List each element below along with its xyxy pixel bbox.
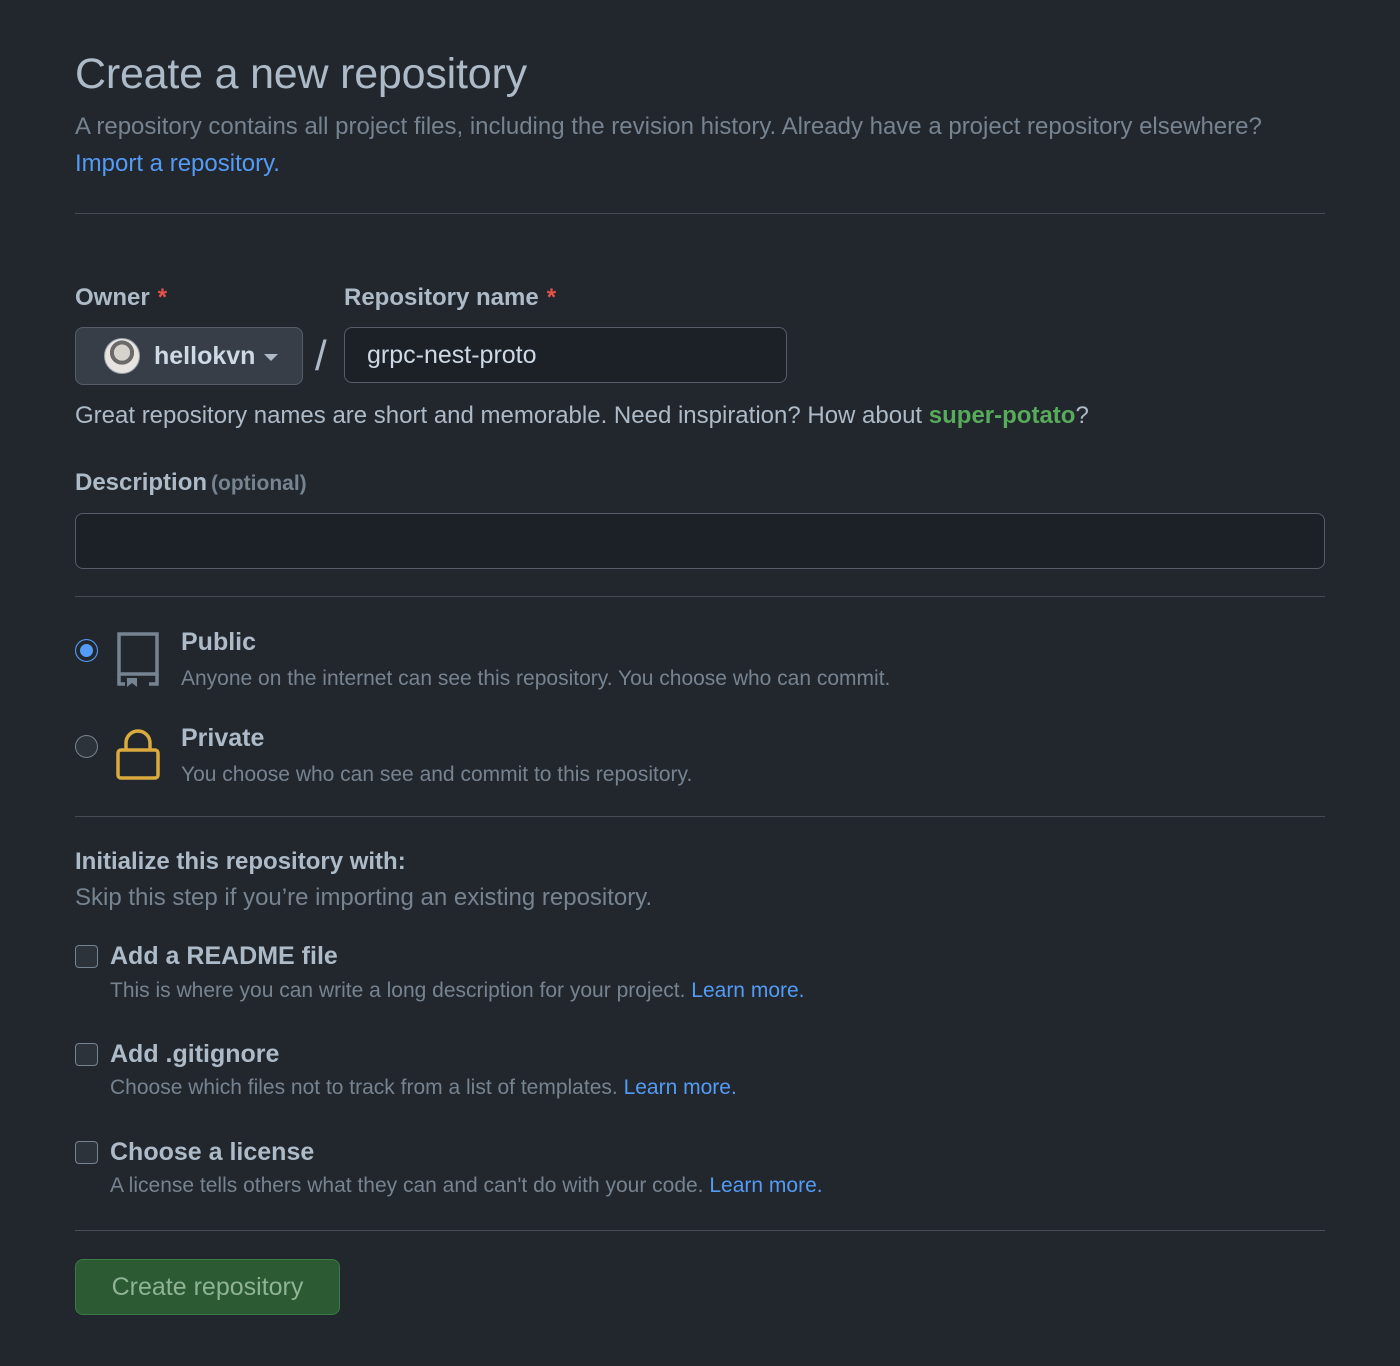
gitignore-title: Add .gitignore bbox=[110, 1040, 280, 1068]
readme-description-text: This is where you can write a long descr… bbox=[110, 979, 686, 1002]
required-marker: * bbox=[546, 284, 557, 311]
lock-icon bbox=[115, 728, 161, 787]
owner-dropdown[interactable]: hellokvn bbox=[75, 327, 303, 385]
owner-label: Owner * bbox=[75, 284, 167, 312]
readme-description: This is where you can write a long descr… bbox=[110, 979, 805, 1003]
name-hint: Great repository names are short and mem… bbox=[75, 402, 1089, 430]
repository-name-label-text: Repository name bbox=[344, 284, 539, 311]
private-radio[interactable] bbox=[75, 735, 98, 758]
visibility-public-option[interactable]: Public Anyone on the internet can see th… bbox=[75, 628, 1325, 698]
license-checkbox[interactable] bbox=[75, 1141, 98, 1164]
name-hint-text: Great repository names are short and mem… bbox=[75, 402, 923, 429]
license-description-text: A license tells others what they can and… bbox=[110, 1174, 704, 1197]
description-label: Description (optional) bbox=[75, 469, 307, 497]
optional-tag: (optional) bbox=[211, 472, 307, 495]
public-description: Anyone on the internet can see this repo… bbox=[181, 667, 891, 690]
import-repository-link[interactable]: Import a repository. bbox=[75, 150, 280, 177]
public-title: Public bbox=[181, 628, 257, 656]
page-subtitle: A repository contains all project files,… bbox=[75, 108, 1325, 182]
repo-icon bbox=[115, 630, 161, 693]
avatar bbox=[104, 338, 140, 374]
name-hint-end: ? bbox=[1075, 402, 1089, 429]
license-title: Choose a license bbox=[110, 1138, 315, 1166]
divider bbox=[75, 1230, 1325, 1231]
private-description: You choose who can see and commit to thi… bbox=[181, 763, 693, 786]
readme-option: Add a README file This is where you can … bbox=[75, 942, 1325, 1008]
caret-down-icon bbox=[264, 354, 279, 361]
gitignore-description: Choose which files not to track from a l… bbox=[110, 1076, 737, 1100]
gitignore-description-text: Choose which files not to track from a l… bbox=[110, 1076, 618, 1099]
visibility-private-option[interactable]: Private You choose who can see and commi… bbox=[75, 724, 1325, 794]
gitignore-learn-more-link[interactable]: Learn more. bbox=[624, 1076, 737, 1099]
divider bbox=[75, 816, 1325, 817]
license-option: Choose a license A license tells others … bbox=[75, 1138, 1325, 1204]
license-description: A license tells others what they can and… bbox=[110, 1174, 823, 1198]
gitignore-option: Add .gitignore Choose which files not to… bbox=[75, 1040, 1325, 1106]
divider bbox=[75, 213, 1325, 214]
private-title: Private bbox=[181, 724, 265, 752]
divider bbox=[75, 596, 1325, 597]
owner-repo-separator: / bbox=[315, 332, 327, 379]
gitignore-checkbox[interactable] bbox=[75, 1043, 98, 1066]
license-learn-more-link[interactable]: Learn more. bbox=[709, 1174, 822, 1197]
readme-learn-more-link[interactable]: Learn more. bbox=[691, 979, 804, 1002]
initialize-subtitle: Skip this step if you’re importing an ex… bbox=[75, 884, 653, 911]
description-label-text: Description bbox=[75, 469, 208, 496]
readme-checkbox[interactable] bbox=[75, 945, 98, 968]
name-suggestion-link[interactable]: super-potato bbox=[929, 402, 1076, 429]
initialize-title: Initialize this repository with: bbox=[75, 848, 406, 875]
create-repository-page: Create a new repository A repository con… bbox=[0, 0, 1400, 1366]
subtitle-text: A repository contains all project files,… bbox=[75, 113, 1262, 140]
required-marker: * bbox=[157, 284, 168, 311]
description-input[interactable] bbox=[75, 513, 1325, 569]
owner-name: hellokvn bbox=[154, 341, 256, 370]
repository-name-input[interactable] bbox=[344, 327, 787, 383]
create-repository-button[interactable]: Create repository bbox=[75, 1259, 340, 1315]
public-radio[interactable] bbox=[75, 639, 98, 662]
page-title: Create a new repository bbox=[75, 50, 527, 98]
owner-label-text: Owner bbox=[75, 284, 150, 311]
readme-title: Add a README file bbox=[110, 942, 338, 970]
repository-name-label: Repository name * bbox=[344, 284, 556, 312]
